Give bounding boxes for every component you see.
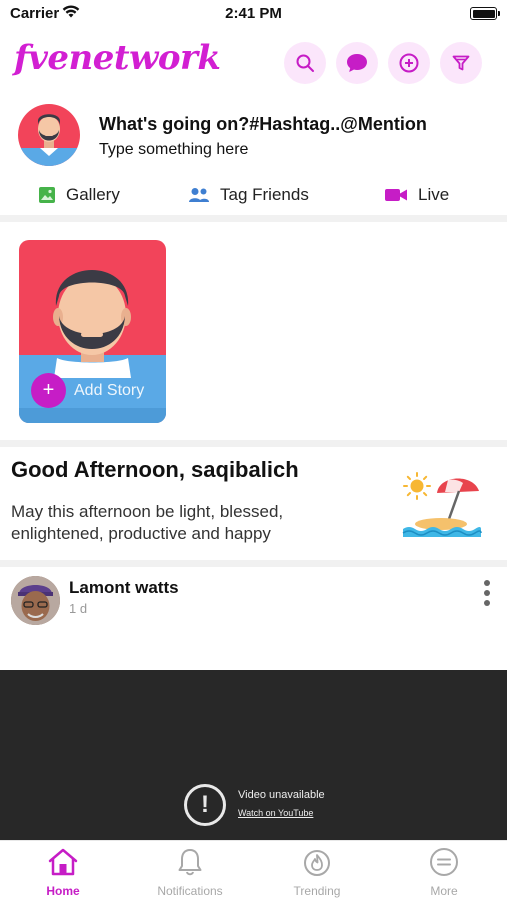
bottom-tab-bar: Home Notifications Trending More <box>0 840 507 900</box>
live-label: Live <box>418 185 450 204</box>
search-icon <box>296 54 314 72</box>
bell-icon <box>178 849 202 876</box>
tab-more[interactable]: More <box>381 841 507 900</box>
gallery-icon <box>39 187 55 203</box>
app-header: fvenetwork <box>0 36 507 90</box>
post-timestamp: 1 d <box>69 601 88 616</box>
create-post-button[interactable] <box>388 42 430 84</box>
gallery-label: Gallery <box>66 185 120 204</box>
alert-icon: ! <box>184 784 226 826</box>
composer-prompt[interactable]: What's going on?#Hashtag..@Mention <box>99 114 427 135</box>
embedded-video[interactable]: ! Video unavailable Watch on YouTube <box>0 670 507 840</box>
people-icon <box>189 188 209 202</box>
live-button[interactable]: Live <box>384 180 449 210</box>
status-time: 2:41 PM <box>225 5 282 22</box>
flame-icon <box>304 850 330 876</box>
add-story-label: Add Story <box>74 381 145 399</box>
tab-notifications-label: Notifications <box>157 884 223 898</box>
tab-notifications[interactable]: Notifications <box>127 841 253 900</box>
filter-button[interactable] <box>440 42 482 84</box>
user-avatar[interactable] <box>18 104 80 166</box>
composer-actions: Gallery Tag Friends Live <box>0 180 507 210</box>
post-author-avatar[interactable] <box>11 576 60 625</box>
filter-icon <box>452 55 470 71</box>
feed-post: Lamont watts 1 d <box>0 568 507 670</box>
tab-home[interactable]: Home <box>0 841 126 900</box>
search-button[interactable] <box>284 42 326 84</box>
video-camera-icon <box>385 189 407 201</box>
post-options-icon[interactable] <box>481 580 493 606</box>
status-bar: Carrier 2:41 PM <box>0 0 507 28</box>
post-author-name[interactable]: Lamont watts <box>69 578 179 598</box>
tab-home-label: Home <box>46 884 80 898</box>
add-story-row[interactable]: + Add Story <box>31 373 144 408</box>
add-story-card[interactable]: + Add Story <box>19 240 166 423</box>
section-divider <box>0 440 507 447</box>
greeting-card: Good Afternoon, saqibalich May this afte… <box>0 447 507 557</box>
greeting-title: Good Afternoon, saqibalich <box>11 457 299 482</box>
beach-illustration <box>401 471 483 544</box>
tag-friends-label: Tag Friends <box>220 185 309 204</box>
section-divider <box>0 215 507 222</box>
section-divider <box>0 560 507 567</box>
video-unavailable-message: Video unavailable <box>238 789 325 801</box>
tab-trending[interactable]: Trending <box>254 841 380 900</box>
add-story-plus-icon[interactable]: + <box>31 373 66 408</box>
gallery-button[interactable]: Gallery <box>38 180 120 210</box>
post-composer[interactable]: What's going on?#Hashtag..@Mention Type … <box>0 100 507 176</box>
greeting-message: May this afternoon be light, blessed, en… <box>11 502 284 543</box>
tab-more-label: More <box>430 884 458 898</box>
composer-hint[interactable]: Type something here <box>99 141 248 159</box>
home-icon <box>48 848 78 876</box>
add-circle-icon <box>399 53 419 73</box>
battery-icon <box>470 7 500 20</box>
tag-friends-button[interactable]: Tag Friends <box>188 180 309 210</box>
chat-icon <box>347 54 367 72</box>
tab-trending-label: Trending <box>293 884 341 898</box>
menu-icon <box>430 848 458 876</box>
messages-button[interactable] <box>336 42 378 84</box>
app-logo: fvenetwork <box>14 38 221 78</box>
watch-on-youtube-link[interactable]: Watch on YouTube <box>238 808 313 818</box>
